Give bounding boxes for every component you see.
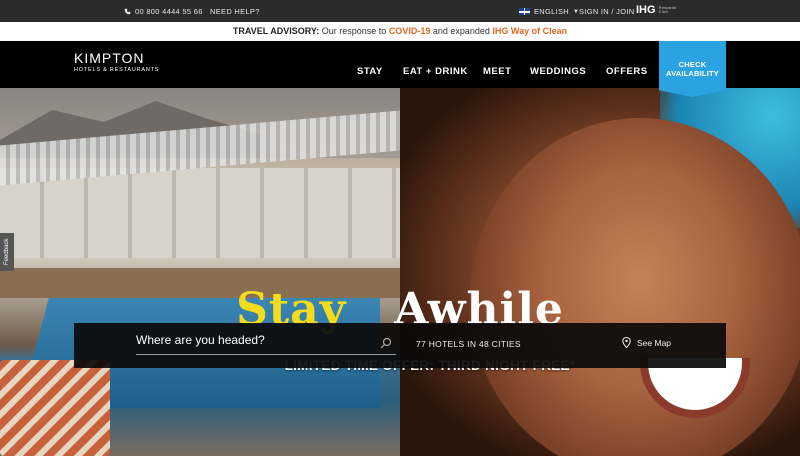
hero-banner: StayAwhile LIMITED TIME OFFER: THIRD NIG… (0, 88, 800, 456)
phone-icon (124, 8, 131, 15)
nav-eat-drink[interactable]: EAT + DRINK (403, 66, 468, 77)
ihg-logo-sub: Rewards Club (658, 5, 677, 14)
covid-link[interactable]: COVID-19 (389, 26, 431, 36)
search-icon[interactable] (380, 337, 392, 349)
utility-bar: 00 800 4444 55 66 NEED HELP? ENGLISH ▼ S… (0, 0, 800, 22)
advisory-text-2: and expanded (432, 26, 490, 36)
logo-tagline: HOTELS & RESTAURANTS (74, 67, 160, 73)
sign-in-link[interactable]: SIGN IN / JOIN (579, 7, 634, 16)
map-pin-icon (622, 337, 631, 348)
phone-link[interactable]: 00 800 4444 55 66 (124, 7, 203, 16)
ihg-rewards-logo[interactable]: IHG Rewards Club (636, 4, 679, 16)
travel-advisory-banner: TRAVEL ADVISORY: Our response to COVID-1… (0, 22, 800, 41)
need-help-link[interactable]: NEED HELP? (210, 7, 260, 16)
ihg-logo-mark: IHG (636, 4, 656, 16)
nav-weddings[interactable]: WEDDINGS (530, 66, 586, 77)
language-selector[interactable]: ENGLISH ▼ (519, 7, 579, 16)
language-label: ENGLISH (534, 7, 570, 16)
nav-meet[interactable]: MEET (483, 66, 511, 77)
nav-stay[interactable]: STAY (357, 66, 383, 77)
way-of-clean-link[interactable]: IHG Way of Clean (492, 26, 567, 36)
check-availability-button[interactable]: CHECK AVAILABILITY (659, 41, 726, 97)
feedback-tab[interactable]: Feedback (0, 233, 14, 271)
uk-flag-icon (519, 8, 530, 15)
see-map-label: See Map (637, 337, 672, 348)
destination-search-input[interactable]: Where are you headed? (136, 333, 396, 355)
phone-number: 00 800 4444 55 66 (135, 7, 203, 16)
hotel-search-bar: Where are you headed? 77 HOTELS IN 48 CI… (74, 323, 726, 368)
advisory-text-1: Our response to (321, 26, 387, 36)
hotel-count: 77 HOTELS IN 48 CITIES (416, 339, 521, 349)
logo-wordmark: KIMPTON (74, 50, 145, 66)
nav-offers[interactable]: OFFERS (606, 66, 648, 77)
advisory-label: TRAVEL ADVISORY: (232, 26, 320, 36)
see-map-link[interactable]: See Map (622, 337, 671, 348)
kimpton-logo[interactable]: KIMPTON HOTELS & RESTAURANTS (74, 50, 159, 73)
hero-pool-image (0, 88, 400, 456)
